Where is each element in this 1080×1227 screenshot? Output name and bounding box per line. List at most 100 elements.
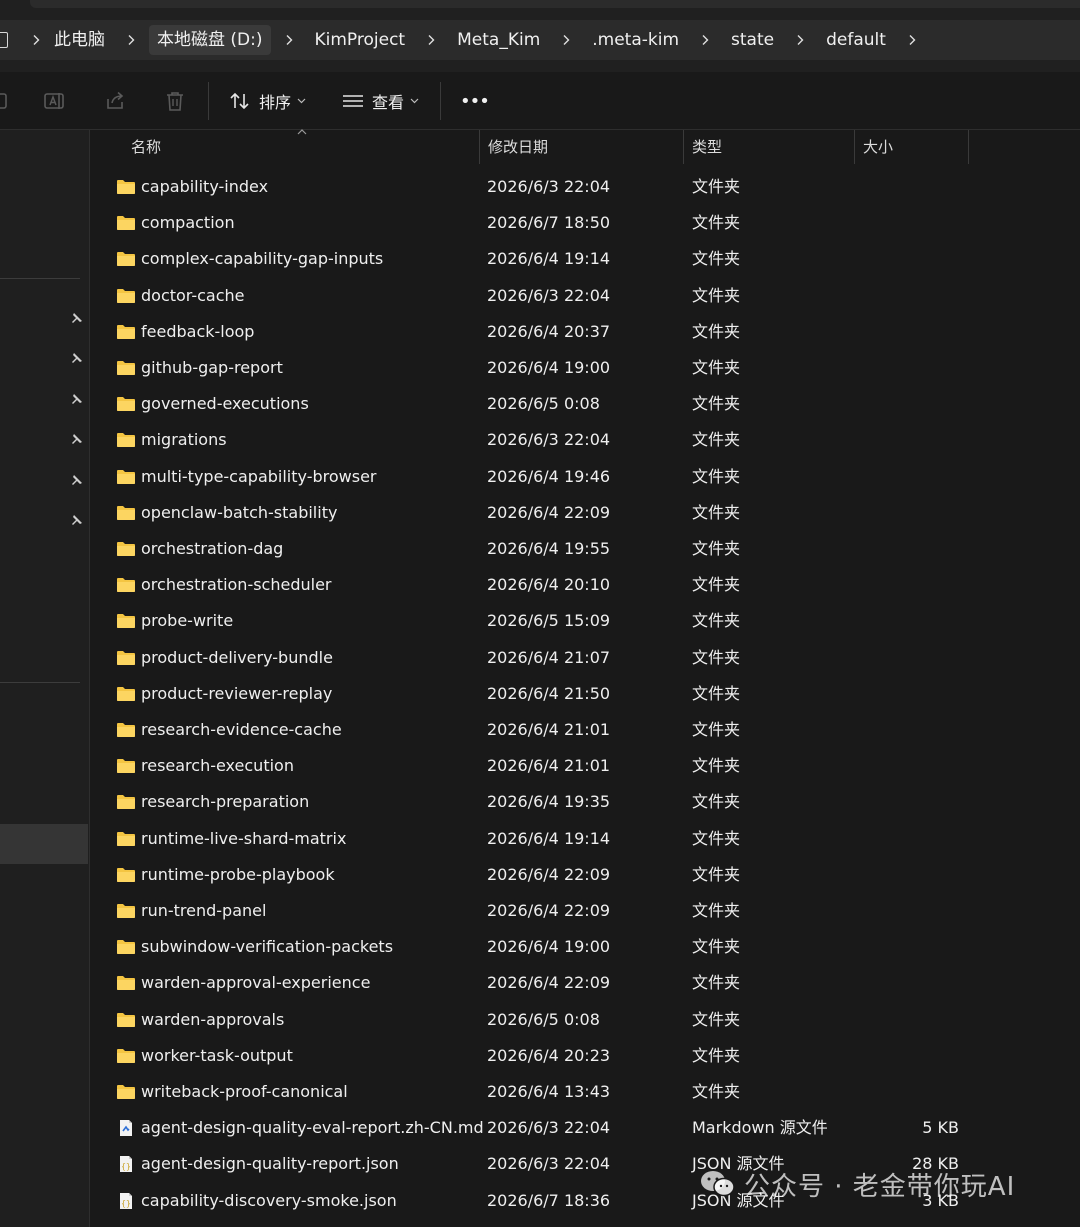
file-size: [852, 821, 959, 857]
folder-icon: [116, 576, 136, 594]
view-label: 查看: [372, 93, 405, 112]
folder-row[interactable]: warden-approval-experience 2026/6/4 22:09…: [92, 965, 1080, 1001]
pin-icon[interactable]: [68, 392, 84, 408]
file-row[interactable]: agent-design-quality-eval-report.zh-CN.m…: [92, 1110, 1080, 1146]
file-type: 文件夹: [692, 539, 741, 558]
file-type: 文件夹: [692, 575, 741, 595]
file-type: 文件夹: [692, 177, 741, 196]
folder-row[interactable]: orchestration-dag 2026/6/4 19:55 文件夹: [92, 531, 1080, 567]
pin-icon[interactable]: [68, 473, 84, 489]
folder-row[interactable]: research-evidence-cache 2026/6/4 21:01 文件夹: [92, 712, 1080, 748]
folder-icon: [116, 250, 136, 268]
file-date-modified: 2026/6/5 0:08: [487, 394, 600, 414]
file-date-modified: 2026/6/4 22:09: [487, 901, 611, 920]
folder-row[interactable]: product-delivery-bundle 2026/6/4 21:07 文件夹: [92, 640, 1080, 676]
rename-icon[interactable]: [43, 90, 65, 112]
breadcrumb-item[interactable]: .meta-kim: [584, 25, 687, 55]
file-size: [852, 169, 959, 205]
chevron-right-icon[interactable]: [790, 25, 810, 55]
folder-row[interactable]: research-preparation 2026/6/4 19:35 文件夹: [92, 784, 1080, 820]
folder-row[interactable]: openclaw-batch-stability 2026/6/4 22:09 文件…: [92, 495, 1080, 531]
folder-row[interactable]: writeback-proof-canonical 2026/6/4 13:43 文…: [92, 1074, 1080, 1110]
folder-row[interactable]: subwindow-verification-packets 2026/6/4 1…: [92, 929, 1080, 965]
file-name: capability-index: [141, 177, 269, 196]
watermark-text: 公众号 · 老金带你玩AI: [744, 1171, 1016, 1202]
folder-row[interactable]: capability-index 2026/6/3 22:04 文件夹: [92, 169, 1080, 205]
file-date-modified: 2026/6/4 20:10: [487, 575, 611, 595]
more-options-button[interactable]: •••: [460, 87, 490, 115]
chevron-right-icon[interactable]: [279, 25, 299, 55]
file-list: 名称 修改日期 类型 大小 capability-index 2026/6/3 2…: [92, 129, 1080, 1227]
json-file-icon: {}: [116, 1155, 136, 1173]
chevron-right-icon[interactable]: [695, 25, 715, 55]
file-size: [852, 495, 959, 531]
chevron-right-icon[interactable]: [121, 25, 141, 55]
folder-row[interactable]: runtime-probe-playbook 2026/6/4 22:09 文件夹: [92, 857, 1080, 893]
folder-icon: [116, 1011, 136, 1029]
file-size: [852, 965, 959, 1001]
folder-icon: [116, 178, 136, 196]
breadcrumb-item[interactable]: default: [818, 25, 894, 55]
pin-icon[interactable]: [68, 432, 84, 448]
column-resize-handle[interactable]: [968, 130, 969, 164]
folder-row[interactable]: migrations 2026/6/3 22:04 文件夹: [92, 422, 1080, 458]
markdown-file-icon: [116, 1119, 136, 1137]
column-header: 名称 修改日期 类型 大小: [92, 129, 1080, 166]
folder-row[interactable]: doctor-cache 2026/6/3 22:04 文件夹: [92, 278, 1080, 314]
folder-row[interactable]: multi-type-capability-browser 2026/6/4 19…: [92, 459, 1080, 495]
nav-divider: [0, 682, 80, 683]
file-size: [852, 893, 959, 929]
cut-icon[interactable]: [0, 90, 12, 112]
breadcrumb-item[interactable]: Meta_Kim: [449, 25, 548, 55]
share-icon[interactable]: [104, 90, 126, 112]
pin-icon[interactable]: [68, 513, 84, 529]
file-date-modified: 2026/6/3 22:04: [487, 430, 611, 450]
svg-text:{}: {}: [121, 1162, 131, 1171]
file-name: doctor-cache: [141, 285, 245, 305]
sort-label: 排序: [259, 93, 292, 112]
chevron-right-icon[interactable]: [421, 25, 441, 55]
chevron-down-icon: [297, 98, 306, 104]
folder-row[interactable]: worker-task-output 2026/6/4 20:23 文件夹: [92, 1038, 1080, 1074]
column-size-header[interactable]: 大小: [855, 130, 893, 164]
folder-row[interactable]: product-reviewer-replay 2026/6/4 21:50 文件夹: [92, 676, 1080, 712]
folder-row[interactable]: orchestration-scheduler 2026/6/4 20:10 文件夹: [92, 567, 1080, 603]
folder-icon: [116, 468, 136, 486]
view-button[interactable]: 查看: [342, 87, 419, 115]
file-date-modified: 2026/6/4 21:07: [487, 647, 611, 667]
pin-icon[interactable]: [68, 311, 84, 327]
address-bar[interactable]: 此电脑 本地磁盘 (D:) KimProject Meta_Kim .meta-kim s…: [0, 20, 1080, 60]
breadcrumb-item[interactable]: state: [723, 25, 782, 55]
folder-icon: [116, 757, 136, 775]
folder-row[interactable]: probe-write 2026/6/5 15:09 文件夹: [92, 603, 1080, 639]
file-date-modified: 2026/6/4 19:46: [487, 466, 611, 486]
pin-icon[interactable]: [68, 351, 84, 367]
column-date-header[interactable]: 修改日期: [480, 130, 548, 164]
folder-icon: [116, 938, 136, 956]
breadcrumb-item[interactable]: 此电脑: [46, 25, 113, 55]
chevron-right-icon[interactable]: [902, 25, 922, 55]
folder-row[interactable]: warden-approvals 2026/6/5 0:08 文件夹: [92, 1002, 1080, 1038]
file-type: 文件夹: [692, 647, 741, 667]
chevron-right-icon[interactable]: [26, 25, 46, 55]
this-pc-icon[interactable]: [0, 32, 8, 48]
chevron-right-icon[interactable]: [556, 25, 576, 55]
nav-item-selected[interactable]: [0, 824, 88, 864]
file-type: 文件夹: [692, 937, 741, 957]
folder-row[interactable]: run-trend-panel 2026/6/4 22:09 文件夹: [92, 893, 1080, 929]
folder-row[interactable]: research-execution 2026/6/4 21:01 文件夹: [92, 748, 1080, 784]
column-type-header[interactable]: 类型: [684, 130, 722, 164]
folder-row[interactable]: runtime-live-shard-matrix 2026/6/4 19:14 文…: [92, 821, 1080, 857]
folder-row[interactable]: compaction 2026/6/7 18:50 文件夹: [92, 205, 1080, 241]
file-date-modified: 2026/6/4 19:00: [487, 937, 611, 957]
delete-icon[interactable]: [164, 90, 186, 112]
folder-row[interactable]: complex-capability-gap-inputs 2026/6/4 19…: [92, 241, 1080, 277]
folder-row[interactable]: github-gap-report 2026/6/4 19:00 文件夹: [92, 350, 1080, 386]
file-size: [852, 748, 959, 784]
column-name-header[interactable]: 名称: [123, 130, 161, 164]
breadcrumb-item[interactable]: 本地磁盘 (D:): [149, 25, 271, 55]
folder-row[interactable]: feedback-loop 2026/6/4 20:37 文件夹: [92, 314, 1080, 350]
breadcrumb-item[interactable]: KimProject: [307, 25, 414, 55]
folder-row[interactable]: governed-executions 2026/6/5 0:08 文件夹: [92, 386, 1080, 422]
sort-button[interactable]: 排序: [229, 87, 306, 115]
